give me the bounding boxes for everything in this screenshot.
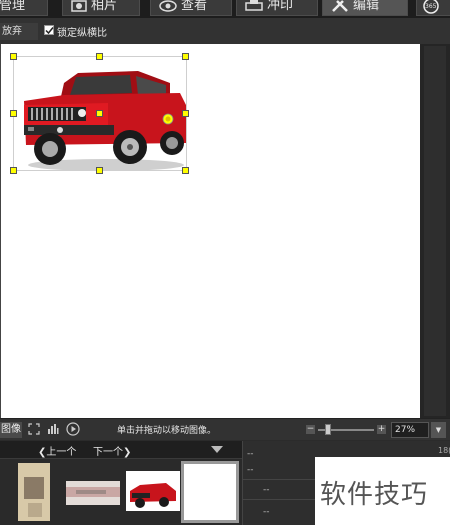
print-icon bbox=[245, 0, 263, 11]
next-label: 下一个 bbox=[93, 447, 123, 458]
tab-view-label: 查看 bbox=[181, 0, 208, 13]
tab-manage[interactable]: 管理 bbox=[0, 0, 48, 16]
edit-options-bar: 放弃 锁定纵横比 bbox=[0, 18, 450, 44]
previous-label: 上一个 bbox=[46, 447, 77, 458]
checkmark-icon bbox=[45, 27, 54, 35]
filmstrip-nav: ❮上一个 下一个❯ bbox=[0, 441, 242, 459]
resize-handle-top[interactable] bbox=[96, 53, 103, 60]
lock-ratio-checkbox[interactable] bbox=[44, 25, 54, 35]
info-right-value: 18( bbox=[438, 446, 450, 455]
photo-icon bbox=[71, 0, 87, 12]
zoom-in-button[interactable]: + bbox=[377, 425, 386, 434]
thumbnail-4-selected[interactable] bbox=[181, 461, 239, 523]
tab-photos-label: 相片 bbox=[91, 0, 118, 13]
chevron-right-icon: ❯ bbox=[123, 447, 132, 458]
tab-edit[interactable]: 编辑 bbox=[322, 0, 408, 16]
thumbnail-2[interactable] bbox=[66, 481, 120, 505]
info-dash-2: -- bbox=[247, 465, 254, 475]
resize-handle-center[interactable] bbox=[96, 110, 103, 117]
info-dash-3: -- bbox=[263, 485, 270, 495]
image-canvas[interactable] bbox=[0, 44, 420, 418]
zoom-slider-thumb[interactable] bbox=[325, 424, 331, 435]
collapse-filmstrip-icon[interactable] bbox=[211, 446, 223, 453]
discard-button[interactable]: 放弃 bbox=[0, 23, 38, 40]
resize-handle-top-left[interactable] bbox=[10, 53, 17, 60]
previous-button[interactable]: ❮上一个 bbox=[38, 443, 76, 458]
lock-ratio-label[interactable]: 锁定纵横比 bbox=[57, 24, 107, 39]
image-mode-button[interactable]: 图像 bbox=[0, 422, 22, 438]
tab-print[interactable]: 冲印 bbox=[236, 0, 318, 16]
tab-edit-label: 编辑 bbox=[353, 0, 380, 13]
status-hint: 单击并拖动以移动图像。 bbox=[117, 426, 217, 436]
thumbnail-3-car[interactable] bbox=[126, 471, 180, 511]
info-dash-1: -- bbox=[247, 449, 254, 459]
resize-handle-right[interactable] bbox=[182, 110, 189, 117]
zoom-level-field[interactable]: 27% bbox=[391, 422, 429, 438]
edit-icon bbox=[332, 0, 348, 12]
resize-handle-top-right[interactable] bbox=[182, 53, 189, 60]
crop-selection-box[interactable] bbox=[10, 53, 189, 174]
tab-365[interactable]: 365 bbox=[416, 0, 450, 16]
tab-photos[interactable]: 相片 bbox=[62, 0, 140, 16]
tab-manage-label: 管理 bbox=[0, 0, 26, 13]
status-bar: 图像 单击并拖动以移动图像。 − + 27% ▼ bbox=[0, 418, 450, 440]
tab-view[interactable]: 查看 bbox=[150, 0, 232, 16]
histogram-icon[interactable] bbox=[47, 423, 59, 435]
right-panel-strip bbox=[420, 44, 450, 418]
watermark: 软件技巧 bbox=[315, 457, 450, 525]
next-button[interactable]: 下一个❯ bbox=[93, 443, 131, 458]
mode-tab-bar: 管理 相片 查看 冲印 编辑 365 bbox=[0, 0, 450, 18]
fit-screen-icon[interactable] bbox=[28, 423, 40, 435]
tab-print-label: 冲印 bbox=[267, 0, 294, 13]
resize-handle-bottom-right[interactable] bbox=[182, 167, 189, 174]
tab-365-label: 365 bbox=[425, 3, 437, 10]
watermark-text: 软件技巧 bbox=[320, 480, 429, 510]
eye-icon bbox=[159, 0, 177, 12]
zoom-out-button[interactable]: − bbox=[306, 425, 315, 434]
info-dash-4: -- bbox=[263, 507, 270, 517]
play-icon[interactable] bbox=[66, 422, 80, 436]
zoom-dropdown-button[interactable]: ▼ bbox=[431, 422, 446, 438]
resize-handle-bottom-left[interactable] bbox=[10, 167, 17, 174]
thumbnail-1[interactable] bbox=[18, 463, 50, 521]
resize-handle-left[interactable] bbox=[10, 110, 17, 117]
resize-handle-bottom[interactable] bbox=[96, 167, 103, 174]
car-image bbox=[24, 71, 186, 171]
filmstrip: ❮上一个 下一个❯ bbox=[0, 441, 242, 525]
